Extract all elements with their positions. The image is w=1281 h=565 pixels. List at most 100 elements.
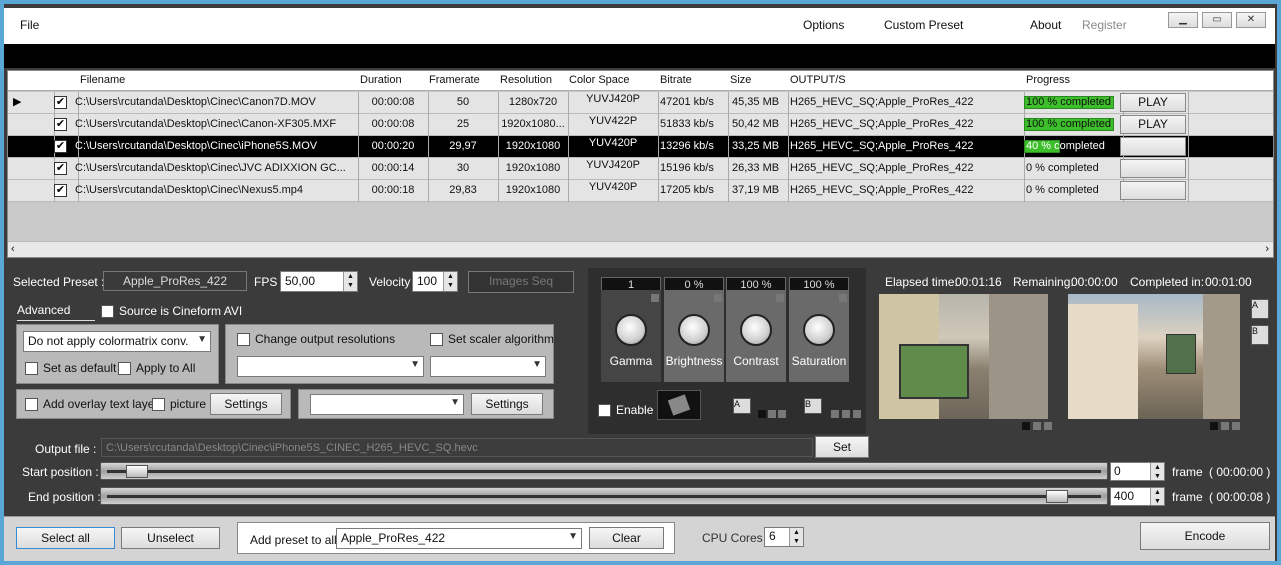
end-slider-thumb[interactable] [1045, 490, 1068, 503]
menu-file[interactable]: File [20, 18, 39, 32]
end-spinner-icon[interactable]: ▲ ▼ [1150, 488, 1164, 505]
overlay-checkbox[interactable] [25, 398, 38, 411]
unselect-button[interactable]: Unselect [121, 527, 220, 549]
b-slot-icon[interactable]: B [804, 398, 822, 414]
horizontal-scrollbar[interactable]: ‹ › [8, 241, 1273, 257]
filter-select[interactable]: ▼ [310, 394, 464, 415]
chip-icon[interactable] [657, 390, 701, 420]
resolution-select[interactable]: ▼ [237, 356, 424, 377]
b-compare-icon[interactable]: B [1251, 325, 1269, 345]
col-duration[interactable]: Duration [360, 74, 402, 86]
knob-value-1[interactable]: 0 % [664, 277, 724, 291]
minimize-button[interactable]: ▁ [1168, 12, 1198, 28]
menu-options[interactable]: Options [803, 18, 844, 32]
velocity-spinner-icon[interactable]: ▲ ▼ [443, 272, 457, 291]
play-button[interactable]: PLAY [1120, 115, 1186, 134]
table-row[interactable]: ✔ C:\Users\rcutanda\Desktop\Cinec\Nexus5.… [8, 180, 1273, 202]
apply-all-checkbox[interactable] [118, 362, 131, 375]
preview-dot[interactable] [1022, 422, 1030, 430]
table-row[interactable]: ▶ ✔ C:\Users\rcutanda\Desktop\Cinec\Canon7… [8, 92, 1273, 114]
dial-icon[interactable] [740, 314, 772, 346]
slot-square[interactable] [768, 410, 776, 418]
preview-dot[interactable] [1033, 422, 1041, 430]
slot-square[interactable] [758, 410, 766, 418]
slot-square[interactable] [842, 410, 850, 418]
select-all-button[interactable]: Select all [16, 527, 115, 549]
tab-advanced[interactable]: Advanced [17, 303, 95, 321]
preview-dot[interactable] [1044, 422, 1052, 430]
colormatrix-select[interactable]: Do not apply colormatrix conv. ▼ [23, 331, 211, 352]
end-position-slider[interactable] [100, 487, 1108, 505]
slot-square[interactable] [778, 410, 786, 418]
slot-square[interactable] [853, 410, 861, 418]
cineform-checkbox[interactable] [101, 305, 114, 318]
preview-dot[interactable] [1221, 422, 1229, 430]
col-outputs[interactable]: OUTPUT/S [790, 74, 846, 86]
row-checkbox[interactable]: ✔ [54, 96, 67, 109]
end-frame-input[interactable]: 400 ▲ ▼ [1110, 487, 1165, 506]
play-button[interactable]: PLAY [1120, 93, 1186, 112]
images-seq-button[interactable]: Images Seq [468, 271, 574, 293]
row-checkbox[interactable]: ✔ [54, 118, 67, 131]
scaler-select[interactable]: ▼ [430, 356, 546, 377]
col-progress[interactable]: Progress [1026, 74, 1070, 86]
play-button[interactable] [1120, 137, 1186, 156]
dial-icon[interactable] [803, 314, 835, 346]
scroll-right-icon[interactable]: › [1265, 243, 1269, 255]
preview-dot[interactable] [1210, 422, 1218, 430]
start-position-slider[interactable] [100, 462, 1108, 480]
table-row[interactable]: ✔ C:\Users\rcutanda\Desktop\Cinec\iPhone5… [8, 136, 1273, 158]
restore-button[interactable]: ▭ [1202, 12, 1232, 28]
knob-3[interactable]: Saturation [789, 290, 849, 382]
play-button[interactable] [1120, 159, 1186, 178]
set-output-button[interactable]: Set [815, 436, 869, 458]
knob-value-3[interactable]: 100 % [789, 277, 849, 291]
encode-button[interactable]: Encode [1140, 522, 1270, 550]
row-checkbox[interactable]: ✔ [54, 140, 67, 153]
a-slot-icon[interactable]: A [733, 398, 751, 414]
col-framerate[interactable]: Framerate [429, 74, 480, 86]
start-frame-input[interactable]: 0 ▲ ▼ [1110, 462, 1165, 481]
col-colorspace[interactable]: Color Space [569, 74, 630, 86]
preset-select[interactable]: Apple_ProRes_422 ▼ [336, 528, 582, 549]
slot-square[interactable] [831, 410, 839, 418]
col-resolution[interactable]: Resolution [500, 74, 552, 86]
picture-checkbox[interactable] [152, 398, 165, 411]
cpu-cores-input[interactable]: 6 ▲ ▼ [764, 527, 804, 547]
knob-0[interactable]: Gamma [601, 290, 661, 382]
scroll-left-icon[interactable]: ‹ [11, 243, 15, 255]
set-scaler-checkbox[interactable] [430, 333, 443, 346]
knob-value-0[interactable]: 1 [601, 277, 661, 291]
dial-icon[interactable] [678, 314, 710, 346]
preview-dot[interactable] [1232, 422, 1240, 430]
row-checkbox[interactable]: ✔ [54, 184, 67, 197]
change-res-checkbox[interactable] [237, 333, 250, 346]
dial-icon[interactable] [615, 314, 647, 346]
velocity-input[interactable]: 100 ▲ ▼ [412, 271, 458, 292]
fps-spinner-icon[interactable]: ▲ ▼ [343, 272, 357, 291]
start-slider-thumb[interactable] [126, 465, 149, 478]
col-size[interactable]: Size [730, 74, 751, 86]
col-filename[interactable]: Filename [80, 74, 125, 86]
overlay-settings-button[interactable]: Settings [210, 393, 282, 415]
menu-about[interactable]: About [1030, 18, 1061, 32]
start-spinner-icon[interactable]: ▲ ▼ [1150, 463, 1164, 480]
fps-input[interactable]: 50,00 ▲ ▼ [280, 271, 358, 292]
table-row[interactable]: ✔ C:\Users\rcutanda\Desktop\Cinec\JVC ADI… [8, 158, 1273, 180]
knob-1[interactable]: Brightness [664, 290, 724, 382]
row-checkbox[interactable]: ✔ [54, 162, 67, 175]
col-bitrate[interactable]: Bitrate [660, 74, 692, 86]
selected-preset-field[interactable]: Apple_ProRes_422 [103, 271, 247, 291]
set-default-checkbox[interactable] [25, 362, 38, 375]
enable-checkbox[interactable] [598, 404, 611, 417]
close-button[interactable]: ✕ [1236, 12, 1266, 28]
knob-value-2[interactable]: 100 % [726, 277, 786, 291]
play-button[interactable] [1120, 181, 1186, 200]
menu-register[interactable]: Register [1082, 18, 1127, 32]
clear-button[interactable]: Clear [589, 527, 664, 549]
table-row[interactable]: ✔ C:\Users\rcutanda\Desktop\Cinec\Canon-X… [8, 114, 1273, 136]
cpu-spinner-icon[interactable]: ▲ ▼ [789, 528, 803, 546]
menu-custom-preset[interactable]: Custom Preset [884, 18, 963, 32]
a-compare-icon[interactable]: A [1251, 299, 1269, 319]
filter-settings-button[interactable]: Settings [471, 393, 543, 415]
